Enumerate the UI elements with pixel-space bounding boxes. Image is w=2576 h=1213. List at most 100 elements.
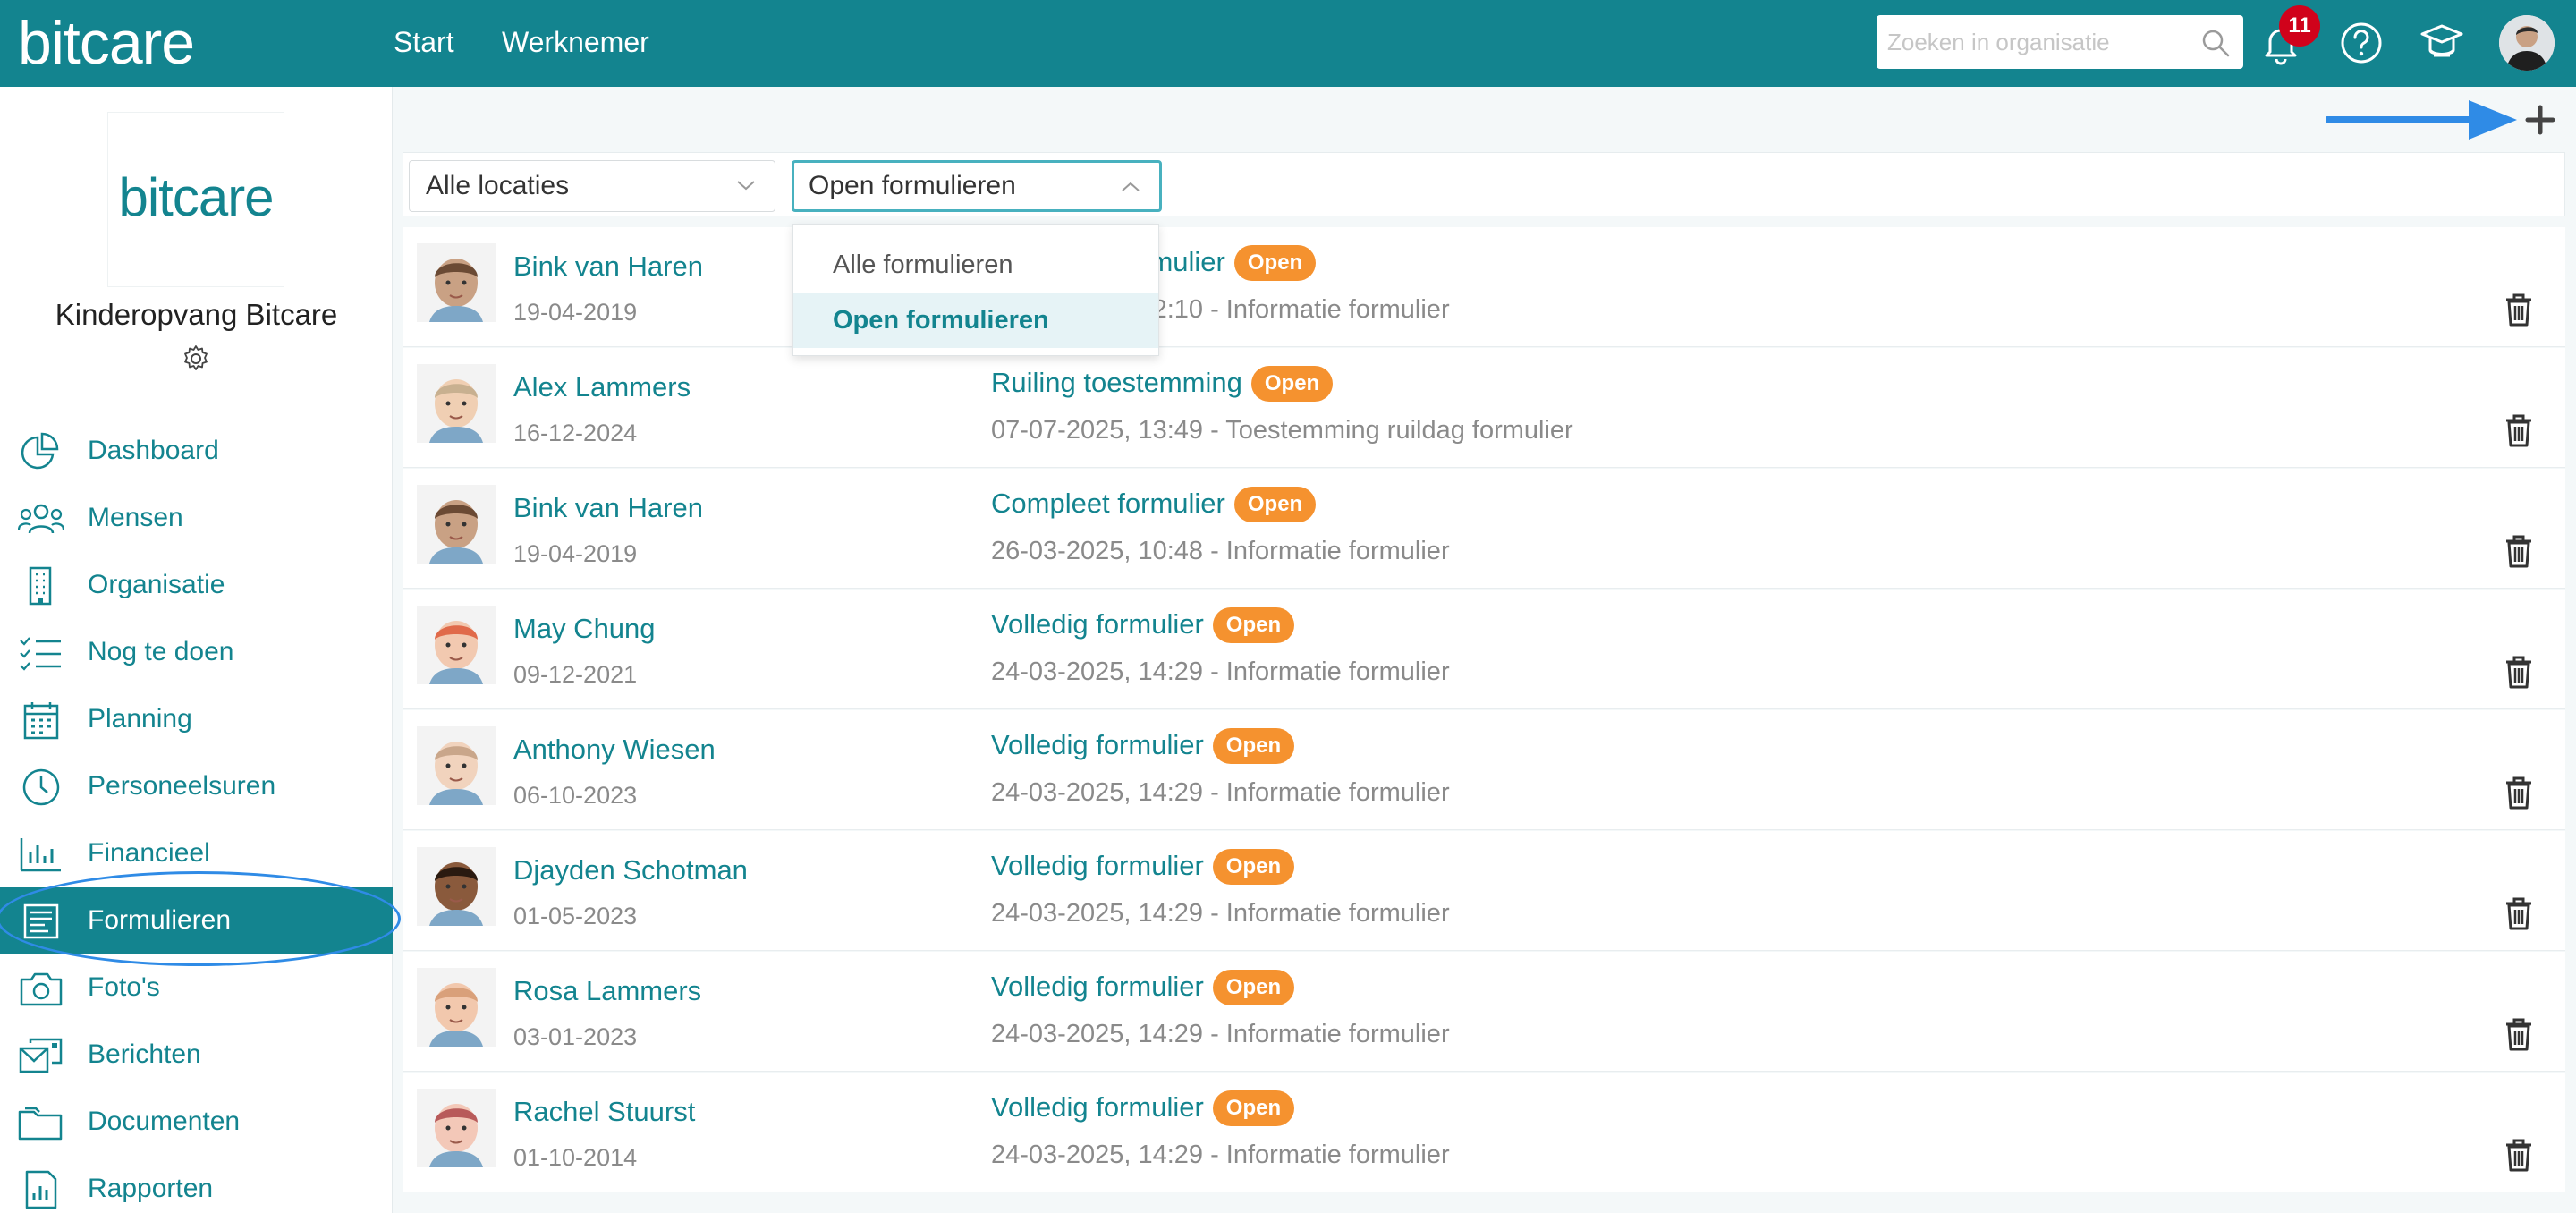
notification-badge: 11	[2279, 5, 2320, 47]
form-filter-select-value: Open formulieren	[809, 171, 1016, 200]
dropdown-option-alle-formulieren[interactable]: Alle formulieren	[793, 237, 1158, 293]
messages-icon	[19, 1038, 63, 1073]
sidebar-item-label: Dashboard	[88, 436, 219, 465]
sidebar: bitcare Kinderopvang Bitcare Dashboard M…	[0, 87, 393, 1213]
location-select-value: Alle locaties	[426, 171, 570, 200]
trash-icon[interactable]	[2503, 895, 2535, 931]
sidebar-item-organisatie[interactable]: Organisatie	[0, 552, 393, 618]
child-photo[interactable]	[417, 1089, 496, 1167]
child-name[interactable]: Rosa Lammers	[513, 975, 701, 1007]
trash-icon[interactable]	[2503, 412, 2535, 448]
child-name[interactable]: Bink van Haren	[513, 250, 703, 283]
child-name[interactable]: Bink van Haren	[513, 492, 703, 524]
sidebar-item-documenten[interactable]: Documenten	[0, 1089, 393, 1155]
calendar-icon	[23, 702, 59, 740]
trash-icon[interactable]	[2503, 1016, 2535, 1052]
child-photo[interactable]	[417, 243, 496, 322]
sidebar-item-personeelsuren[interactable]: Personeelsuren	[0, 753, 393, 819]
child-name[interactable]: Anthony Wiesen	[513, 734, 716, 766]
camera-icon	[20, 972, 63, 1006]
trash-icon[interactable]	[2503, 1137, 2535, 1173]
form-list: Bink van Haren 19-04-2019 Compleet formuli…	[402, 227, 2565, 1213]
table-row[interactable]: May Chung 09-12-2021 Volledig formulier Ope…	[402, 590, 2565, 709]
status-badge: Open	[1212, 728, 1295, 764]
form-title[interactable]: Volledig formulier	[991, 729, 1204, 760]
status-badge: Open	[1250, 366, 1334, 402]
table-row[interactable]: Rosa Lammers 03-01-2023 Volledig formulier…	[402, 952, 2565, 1072]
child-name[interactable]: Alex Lammers	[513, 371, 691, 403]
graduation-cap-icon[interactable]	[2417, 18, 2467, 68]
trash-icon[interactable]	[2503, 775, 2535, 810]
dropdown-option-open-formulieren[interactable]: Open formulieren	[793, 293, 1158, 348]
child-birthdate: 06-10-2023	[513, 782, 638, 809]
child-photo[interactable]	[417, 847, 496, 926]
sidebar-item-formulieren[interactable]: Formulieren	[0, 887, 393, 954]
form-description: 24-03-2025, 14:29 - Informatie formulier	[991, 778, 1450, 807]
table-row[interactable]: Bink van Haren19-04-2019Compleet formuli…	[402, 227, 2565, 347]
gear-icon[interactable]	[180, 343, 212, 375]
building-icon	[29, 566, 52, 606]
sidebar-item-nog-te-doen[interactable]: Nog te doen	[0, 619, 393, 685]
child-photo[interactable]	[417, 364, 496, 443]
child-name[interactable]: May Chung	[513, 613, 656, 645]
form-filter-dropdown: Alle formulieren Open formulieren	[792, 224, 1159, 356]
user-avatar[interactable]	[2499, 15, 2555, 71]
status-badge: Open	[1212, 970, 1295, 1005]
brand-logo[interactable]: bitcare	[18, 5, 195, 81]
trash-icon[interactable]	[2503, 292, 2535, 327]
status-badge: Open	[1212, 1090, 1295, 1126]
sidebar-item-label: Berichten	[88, 1039, 201, 1069]
sidebar-item-label: Nog te doen	[88, 637, 234, 666]
child-birthdate: 09-12-2021	[513, 661, 638, 688]
sidebar-item-mensen[interactable]: Mensen	[0, 485, 393, 551]
form-title-container: Ruiling toestemming Open	[991, 366, 1334, 402]
sidebar-item-label: Rapporten	[88, 1174, 214, 1203]
search-input[interactable]	[1887, 15, 2191, 69]
child-photo[interactable]	[417, 485, 496, 564]
add-form-button[interactable]	[2521, 100, 2560, 140]
sidebar-item-dashboard[interactable]: Dashboard	[0, 418, 393, 484]
sidebar-item-rapporten[interactable]: Rapporten	[0, 1156, 393, 1213]
child-photo[interactable]	[417, 606, 496, 684]
table-row[interactable]: Alex Lammers 16-12-2024 Ruiling toestemmin…	[402, 348, 2565, 468]
sidebar-item-berichten[interactable]: Berichten	[0, 1022, 393, 1088]
nav-werknemer[interactable]: Werknemer	[502, 0, 649, 87]
table-row[interactable]: Bink van Haren19-04-2019Compleet formuli…	[402, 469, 2565, 589]
search-icon[interactable]	[2200, 28, 2231, 58]
form-description: 24-03-2025, 14:29 - Informatie formulier	[991, 1020, 1450, 1048]
sidebar-item-label: Planning	[88, 704, 192, 734]
form-description: 24-03-2025, 14:29 - Informatie formulier	[991, 1141, 1450, 1169]
form-title[interactable]: Volledig formulier	[991, 1091, 1204, 1123]
form-title[interactable]: Ruiling toestemming	[991, 367, 1242, 398]
sidebar-item-financieel[interactable]: Financieel	[0, 820, 393, 886]
organization-name: Kinderopvang Bitcare	[55, 298, 338, 331]
form-icon	[23, 903, 59, 939]
child-photo[interactable]	[417, 726, 496, 805]
trash-icon[interactable]	[2503, 654, 2535, 690]
form-title[interactable]: Compleet formulier	[991, 488, 1225, 519]
table-row[interactable]: Rachel Stuurst 01-10-2014 Volledig formuli…	[402, 1073, 2565, 1192]
form-title[interactable]: Volledig formulier	[991, 608, 1204, 640]
form-title-container: Compleet formulier Open	[991, 487, 1317, 522]
help-icon[interactable]	[2336, 18, 2386, 68]
report-icon	[25, 1170, 57, 1209]
status-badge: Open	[1212, 607, 1295, 643]
nav-start[interactable]: Start	[394, 0, 454, 87]
form-title[interactable]: Volledig formulier	[991, 971, 1204, 1002]
child-name[interactable]: Rachel Stuurst	[513, 1096, 695, 1128]
child-name[interactable]: Djayden Schotman	[513, 854, 748, 886]
sidebar-item-planning[interactable]: Planning	[0, 686, 393, 752]
trash-icon[interactable]	[2503, 533, 2535, 569]
location-select[interactable]: Alle locaties	[409, 160, 775, 212]
table-row[interactable]: Anthony Wiesen 06-10-2023 Volledig formuli…	[402, 710, 2565, 830]
child-photo[interactable]	[417, 968, 496, 1047]
child-birthdate: 16-12-2024	[513, 420, 638, 446]
form-filter-select[interactable]: Open formulieren	[792, 160, 1162, 212]
form-title-container: Volledig formulier Open	[991, 1090, 1295, 1126]
child-birthdate: 01-05-2023	[513, 903, 638, 929]
form-title[interactable]: Volledig formulier	[991, 850, 1204, 881]
form-title-container: Volledig formulier Open	[991, 728, 1295, 764]
table-row[interactable]: Djayden Schotman 01-05-2023 Volledig formu…	[402, 831, 2565, 951]
sidebar-item-fotos[interactable]: Foto's	[0, 954, 393, 1021]
clock-icon	[22, 768, 60, 806]
